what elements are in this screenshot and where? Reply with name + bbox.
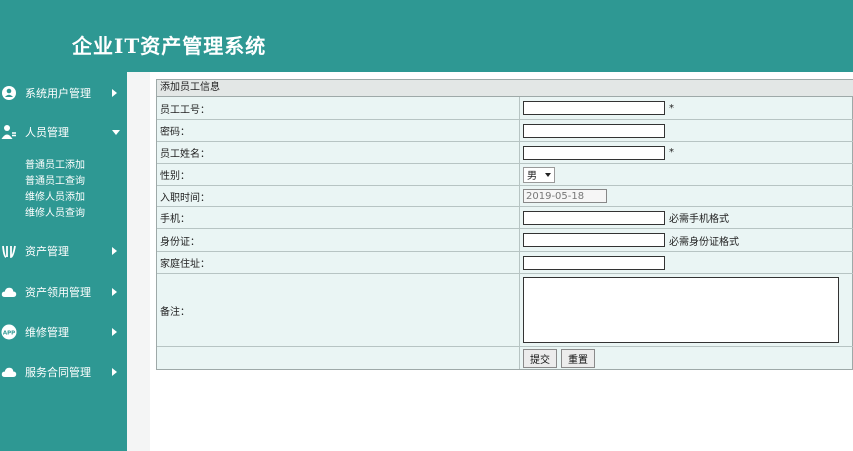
caret-down-icon — [545, 172, 551, 177]
sidebar-item-label: 资产领用管理 — [25, 286, 91, 299]
sidebar-item-repair[interactable]: APP 维修管理 — [0, 320, 127, 344]
field-cell — [523, 252, 665, 273]
form-row-password: 密码： — [157, 120, 853, 142]
field-cell: 必需手机格式 — [523, 207, 729, 228]
required-mark: * — [669, 102, 674, 114]
cloud-icon — [1, 364, 17, 380]
form-row-name: 员工姓名： * — [157, 142, 853, 164]
required-mark: * — [669, 147, 674, 158]
chevron-right-icon — [112, 288, 117, 296]
form-row-gender: 性别： 男 — [157, 164, 853, 186]
field-label: 员工姓名： — [157, 142, 520, 163]
id-card-hint: 必需身份证格式 — [669, 236, 739, 248]
field-cell — [523, 186, 607, 206]
submenu-item-add-repairer[interactable]: 维修人员添加 — [25, 188, 85, 203]
sidebar: 系统用户管理 人员管理 普通员工添加 普通员工查询 维修人员添加 维修人员查询 … — [0, 72, 127, 451]
field-cell — [523, 120, 665, 141]
submenu-item-query-repairer[interactable]: 维修人员查询 — [25, 204, 85, 219]
submenu-item-query-employee[interactable]: 普通员工查询 — [25, 172, 85, 187]
app-badge-icon: APP — [1, 324, 17, 340]
form-row-actions: 提交 重置 — [157, 347, 853, 369]
sidebar-item-label: 服务合同管理 — [25, 366, 91, 379]
field-cell: 必需身份证格式 — [523, 229, 739, 251]
employee-form: 添加员工信息 员工工号： * 密码： 员工姓名： * 性别： 男 入职时间： 2… — [156, 79, 853, 370]
sidebar-item-system-users[interactable]: 系统用户管理 — [0, 81, 127, 105]
gender-selected-value: 男 — [527, 171, 537, 182]
sidebar-item-label: 维修管理 — [25, 326, 69, 339]
field-label: 性别： — [157, 164, 520, 185]
field-label: 备注： — [157, 274, 520, 346]
form-row-address: 家庭住址： — [157, 252, 853, 274]
asset-icon — [1, 243, 17, 259]
sidebar-item-label: 资产管理 — [25, 245, 69, 258]
user-circle-icon — [1, 85, 17, 101]
person-icon — [1, 124, 17, 140]
chevron-right-icon — [112, 328, 117, 336]
form-row-phone: 手机： 必需手机格式 — [157, 207, 853, 229]
chevron-right-icon — [112, 368, 117, 376]
content-gutter — [127, 72, 150, 451]
sidebar-item-asset[interactable]: 资产管理 — [0, 239, 127, 263]
address-input[interactable] — [523, 255, 665, 270]
submit-button[interactable]: 提交 — [523, 348, 557, 368]
sidebar-item-label: 系统用户管理 — [25, 87, 91, 100]
chevron-right-icon — [112, 247, 117, 255]
field-label: 员工工号： — [157, 97, 520, 119]
employee-id-input[interactable] — [523, 101, 665, 115]
app-title: 企业IT资产管理系统 — [72, 34, 267, 58]
field-label: 密码： — [157, 120, 520, 141]
gender-select[interactable]: 男 — [523, 166, 555, 183]
form-title: 添加员工信息 — [157, 80, 853, 97]
cloud-icon — [1, 284, 17, 300]
phone-input[interactable] — [523, 210, 665, 225]
chevron-down-icon — [112, 129, 120, 135]
field-label: 身份证： — [157, 229, 520, 251]
field-cell — [523, 274, 839, 346]
form-row-remark: 备注： — [157, 274, 853, 347]
sidebar-item-asset-requisition[interactable]: 资产领用管理 — [0, 280, 127, 304]
field-label: 家庭住址： — [157, 252, 520, 273]
form-row-hire-date: 入职时间： — [157, 186, 853, 207]
form-row-id-card: 身份证： 必需身份证格式 — [157, 229, 853, 252]
hire-date-input[interactable] — [523, 189, 607, 203]
actions-label-cell — [157, 347, 520, 369]
employee-name-input[interactable] — [523, 145, 665, 160]
id-card-input[interactable] — [523, 233, 665, 247]
field-cell: * — [523, 97, 674, 119]
reset-button[interactable]: 重置 — [561, 348, 595, 368]
actions-cell: 提交 重置 — [523, 347, 599, 369]
field-cell: * — [523, 142, 674, 163]
sidebar-item-label: 人员管理 — [25, 126, 69, 139]
app-badge-text: APP — [3, 330, 15, 336]
field-label: 手机： — [157, 207, 520, 228]
remark-textarea[interactable] — [523, 277, 839, 343]
form-row-employee-id: 员工工号： * — [157, 97, 853, 120]
chevron-right-icon — [112, 89, 117, 97]
submenu-item-add-employee[interactable]: 普通员工添加 — [25, 156, 85, 171]
sidebar-item-personnel[interactable]: 人员管理 — [0, 120, 127, 144]
password-input[interactable] — [523, 123, 665, 138]
app-header: 企业IT资产管理系统 — [0, 0, 853, 72]
sidebar-item-service-contract[interactable]: 服务合同管理 — [0, 360, 127, 384]
phone-hint: 必需手机格式 — [669, 214, 729, 225]
field-cell: 男 — [523, 164, 555, 185]
field-label: 入职时间： — [157, 186, 520, 206]
